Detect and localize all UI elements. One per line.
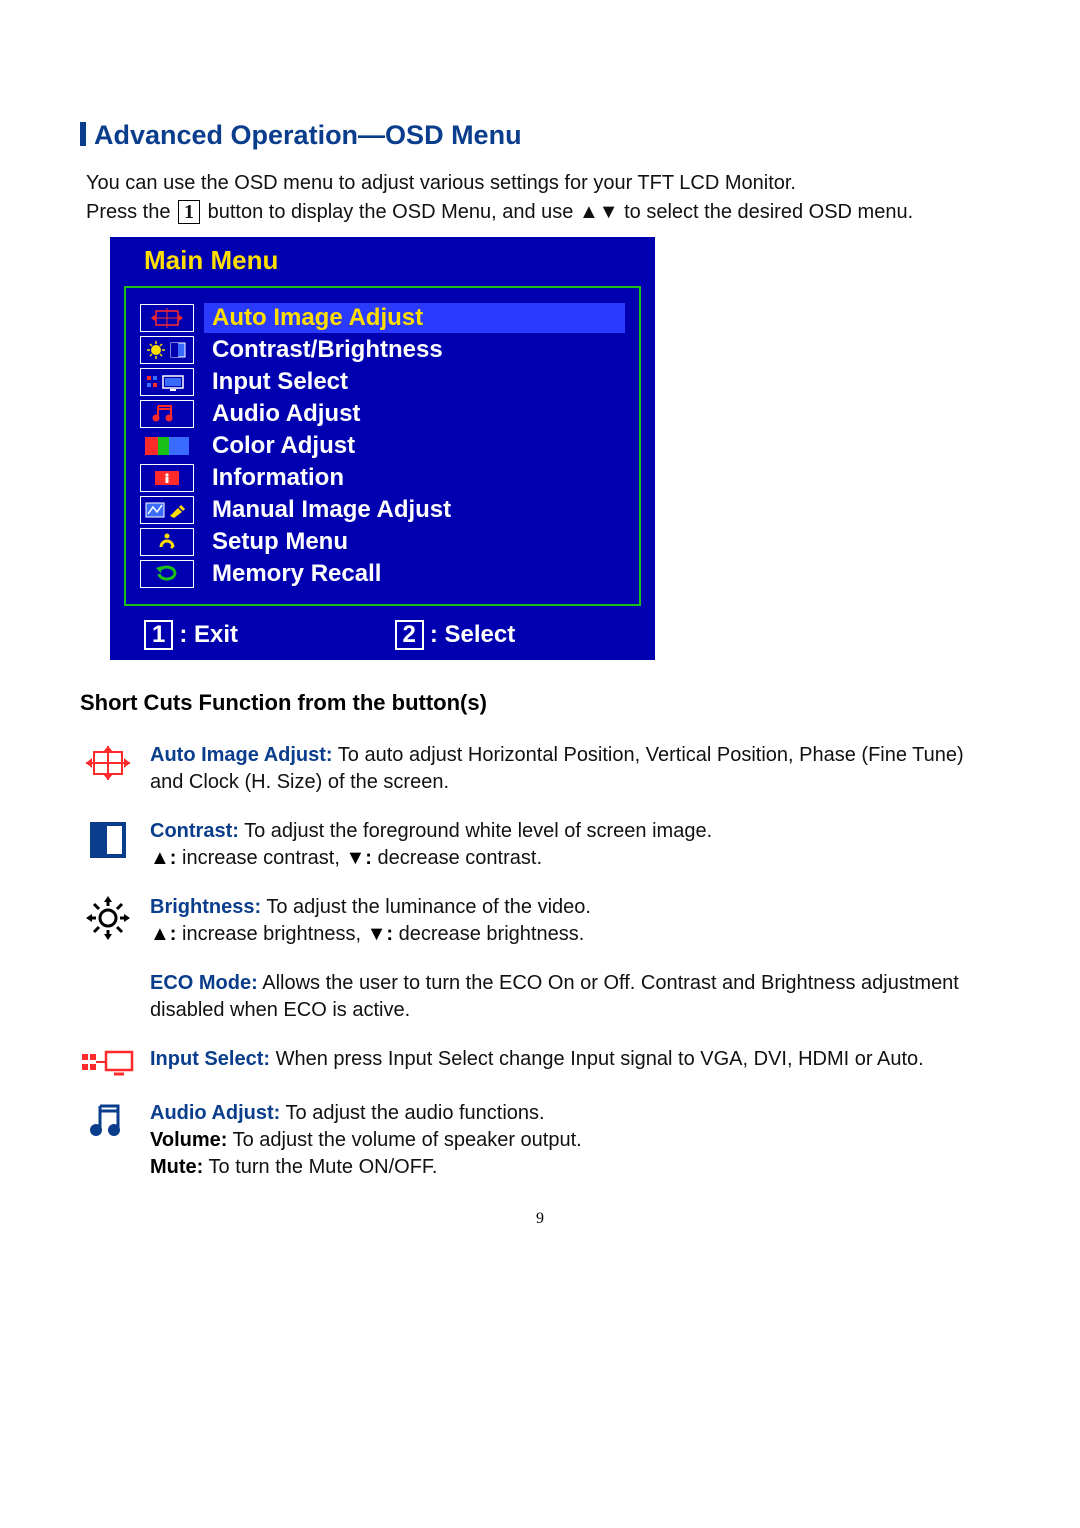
osd-label: Auto Image Adjust — [204, 303, 625, 333]
intro-line1: You can use the OSD menu to adjust vario… — [86, 172, 796, 194]
up-text: increase brightness, — [176, 923, 366, 945]
manual-image-adjust-icon — [140, 496, 194, 524]
osd-exit-num: 1 — [144, 620, 173, 650]
down-label: ▼: — [367, 923, 393, 945]
shortcut-body: To adjust the luminance of the video. — [261, 896, 591, 918]
mute-text: To turn the Mute ON/OFF. — [203, 1156, 437, 1178]
osd-label: Color Adjust — [204, 431, 625, 461]
osd-label: Input Select — [204, 367, 625, 397]
shortcut-text: ECO Mode: Allows the user to turn the EC… — [150, 970, 1000, 1024]
shortcut-body: Allows the user to turn the ECO On or Of… — [150, 972, 959, 1021]
osd-label: Audio Adjust — [204, 399, 625, 429]
down-label: ▼: — [345, 847, 371, 869]
volume-text: To adjust the volume of speaker output. — [227, 1129, 581, 1151]
shortcut-brightness: Brightness: To adjust the luminance of t… — [80, 894, 1000, 948]
shortcut-title: Contrast: — [150, 820, 239, 842]
osd-label: Contrast/Brightness — [204, 335, 625, 365]
shortcut-eco-mode: ECO Mode: Allows the user to turn the EC… — [80, 970, 1000, 1024]
intro-paragraph: You can use the OSD menu to adjust vario… — [86, 169, 1000, 227]
color-adjust-icon — [140, 432, 194, 460]
osd-inner: Auto Image Adjust — [124, 286, 641, 606]
shortcut-title: ECO Mode: — [150, 972, 258, 994]
shortcut-title: Audio Adjust: — [150, 1102, 280, 1124]
up-label: ▲: — [150, 923, 176, 945]
shortcut-audio-adjust: Audio Adjust: To adjust the audio functi… — [80, 1100, 1000, 1181]
osd-label: Manual Image Adjust — [204, 495, 625, 525]
shortcut-title: Input Select: — [150, 1048, 270, 1070]
setup-menu-icon — [140, 528, 194, 556]
osd-item-auto-image-adjust[interactable]: Auto Image Adjust — [140, 302, 625, 334]
input-select-icon — [140, 368, 194, 396]
information-icon — [140, 464, 194, 492]
osd-item-memory-recall[interactable]: Memory Recall — [140, 558, 625, 590]
osd-item-setup-menu[interactable]: Setup Menu — [140, 526, 625, 558]
audio-adjust-icon — [80, 1100, 136, 1142]
auto-image-adjust-icon — [80, 742, 136, 782]
osd-exit-label: : Exit — [179, 621, 238, 649]
shortcut-contrast: Contrast: To adjust the foreground white… — [80, 818, 1000, 872]
osd-select-num: 2 — [395, 620, 424, 650]
page-number: 9 — [0, 1210, 1080, 1228]
shortcut-body: To adjust the foreground white level of … — [239, 820, 712, 842]
osd-label: Setup Menu — [204, 527, 625, 557]
shortcut-input-select: Input Select: When press Input Select ch… — [80, 1046, 1000, 1078]
shortcut-title: Auto Image Adjust: — [150, 744, 333, 766]
intro-after-button: button to display the OSD Menu, and use … — [208, 201, 914, 223]
intro-press-the: Press the — [86, 201, 170, 223]
down-text: decrease brightness. — [393, 923, 584, 945]
heading-bar-icon — [80, 122, 86, 146]
brightness-icon — [80, 894, 136, 940]
osd-footer: 1 : Exit 2 : Select — [110, 620, 655, 660]
heading-text: Advanced Operation—OSD Menu — [94, 120, 522, 151]
osd-label: Memory Recall — [204, 559, 625, 589]
shortcut-title: Brightness: — [150, 896, 261, 918]
osd-item-information[interactable]: Information — [140, 462, 625, 494]
shortcut-text: Input Select: When press Input Select ch… — [150, 1046, 924, 1073]
up-text: increase contrast, — [176, 847, 345, 869]
up-label: ▲: — [150, 847, 176, 869]
volume-label: Volume: — [150, 1129, 227, 1151]
contrast-brightness-icon — [140, 336, 194, 364]
shortcuts-heading: Short Cuts Function from the button(s) — [80, 690, 1000, 716]
section-heading: Advanced Operation—OSD Menu — [80, 120, 1000, 151]
input-select-icon — [80, 1046, 136, 1078]
contrast-icon — [80, 818, 136, 860]
mute-label: Mute: — [150, 1156, 203, 1178]
shortcut-text: Auto Image Adjust: To auto adjust Horizo… — [150, 742, 1000, 796]
osd-item-input-select[interactable]: Input Select — [140, 366, 625, 398]
osd-select-hint: 2 : Select — [395, 620, 636, 650]
osd-item-color-adjust[interactable]: Color Adjust — [140, 430, 625, 462]
osd-item-manual-image-adjust[interactable]: Manual Image Adjust — [140, 494, 625, 526]
auto-image-adjust-icon — [140, 304, 194, 332]
button-1-box: 1 — [178, 200, 200, 224]
osd-label: Information — [204, 463, 625, 493]
audio-adjust-icon — [140, 400, 194, 428]
shortcut-body: When press Input Select change Input sig… — [270, 1048, 924, 1070]
osd-exit-hint: 1 : Exit — [144, 620, 385, 650]
osd-item-contrast-brightness[interactable]: Contrast/Brightness — [140, 334, 625, 366]
down-text: decrease contrast. — [372, 847, 542, 869]
osd-panel: Main Menu Auto Image Adjust — [110, 237, 655, 660]
osd-select-label: : Select — [430, 621, 515, 649]
osd-item-audio-adjust[interactable]: Audio Adjust — [140, 398, 625, 430]
memory-recall-icon — [140, 560, 194, 588]
shortcut-text: Contrast: To adjust the foreground white… — [150, 818, 712, 872]
shortcut-auto-image-adjust: Auto Image Adjust: To auto adjust Horizo… — [80, 742, 1000, 796]
shortcut-body: To adjust the audio functions. — [280, 1102, 544, 1124]
shortcut-text: Audio Adjust: To adjust the audio functi… — [150, 1100, 582, 1181]
no-icon — [80, 970, 136, 972]
osd-title: Main Menu — [110, 237, 655, 286]
shortcut-text: Brightness: To adjust the luminance of t… — [150, 894, 591, 948]
